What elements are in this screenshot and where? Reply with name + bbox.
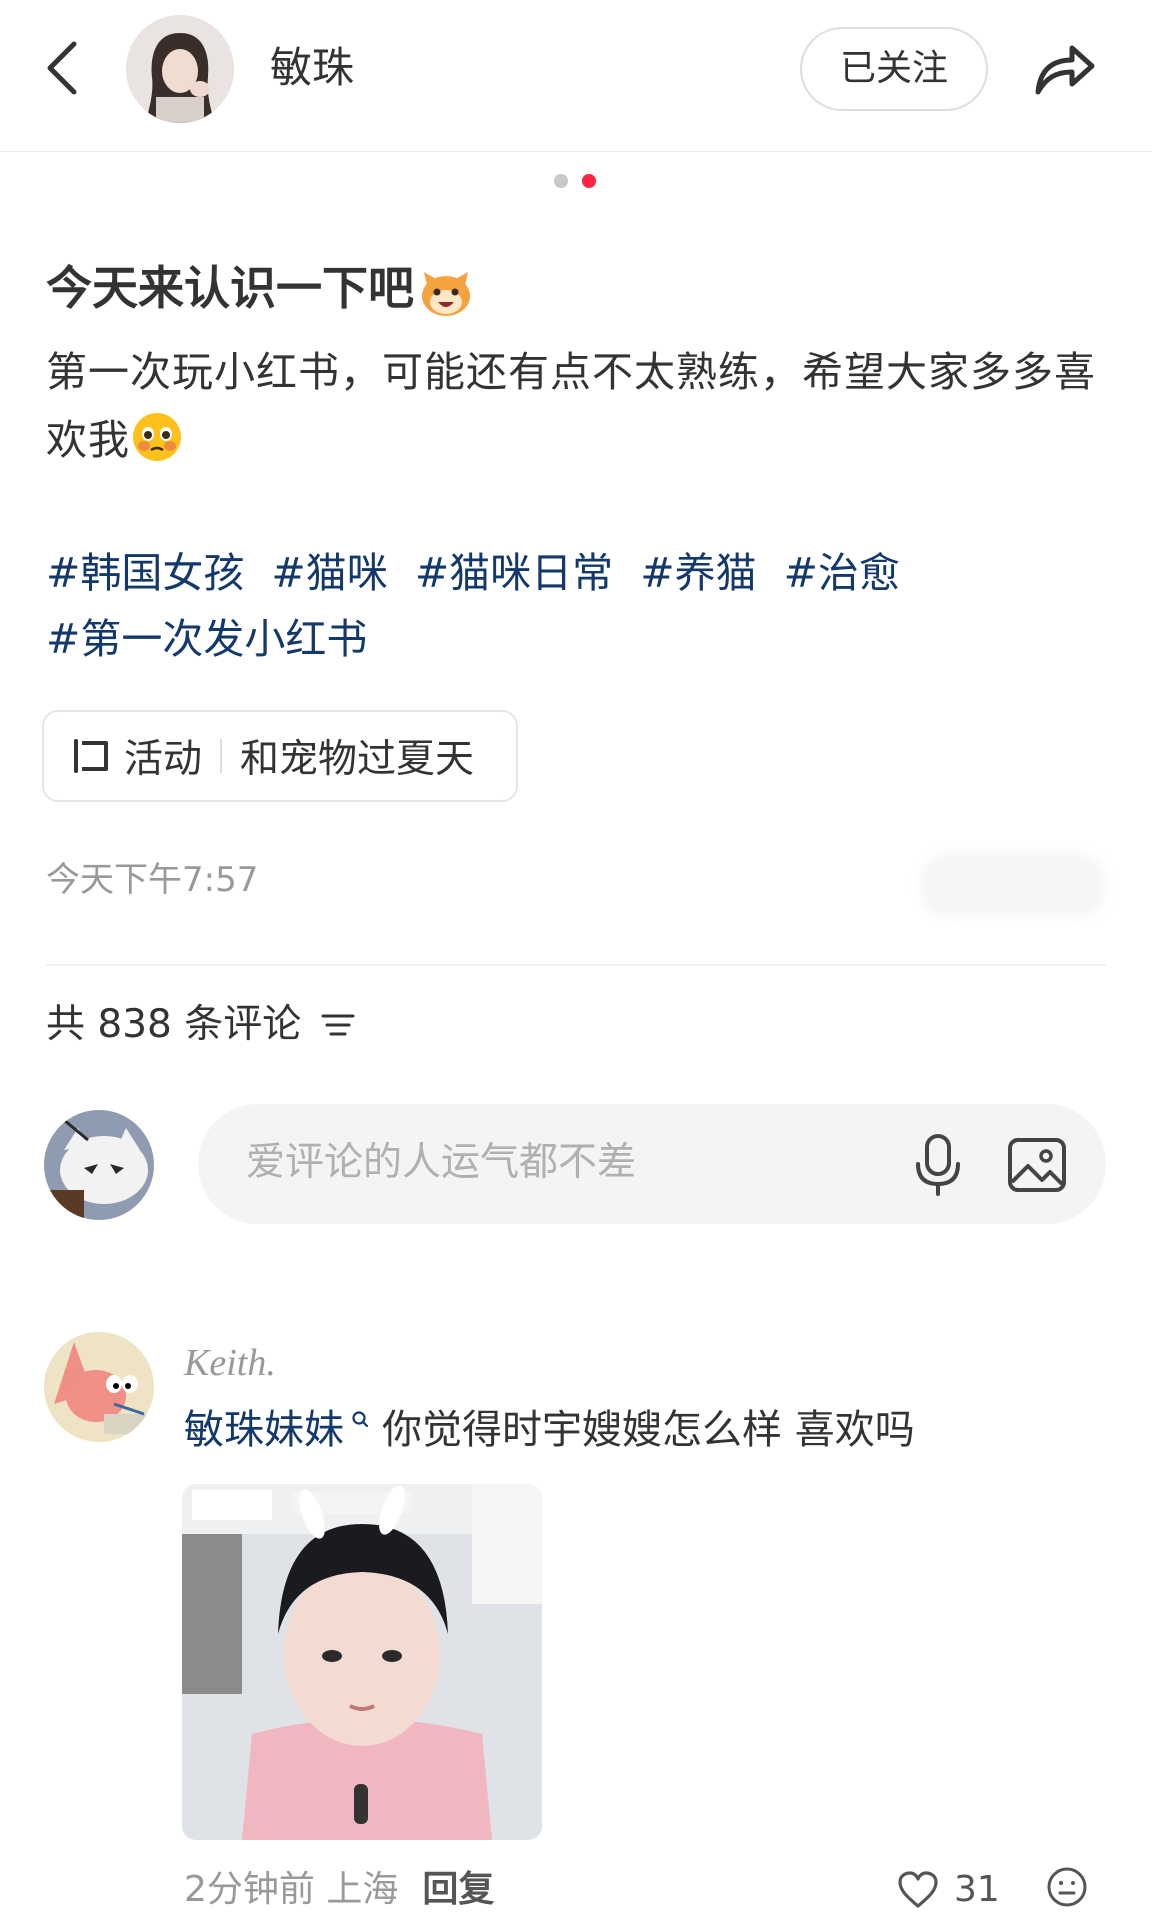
carousel-indicator [554,174,596,188]
cat-emoji-icon [422,271,470,316]
carousel-dot[interactable] [554,174,568,188]
share-icon[interactable] [1026,30,1102,106]
comment-count: 共 838 条评论 [46,998,357,1052]
search-icon [352,1411,369,1428]
hashtag[interactable]: #治愈 [784,549,900,597]
my-avatar[interactable] [44,1110,154,1220]
hashtag[interactable]: #猫咪 [271,549,387,597]
comment-image[interactable] [182,1484,542,1840]
commenter-avatar[interactable] [44,1332,154,1442]
post-body: 第一次玩小红书，可能还有点不太熟练，希望大家多多喜欢我 [46,338,1126,474]
image-icon[interactable] [1006,1134,1068,1196]
post-title-text: 今天来认识一下吧 [46,261,414,315]
hashtag-list: #韩国女孩 #猫咪 #猫咪日常 #养猫 #治愈 #第一次发小红书 [46,540,1106,672]
section-divider [46,964,1106,966]
hashtag[interactable]: #韩国女孩 [46,549,244,597]
carousel-dot-active[interactable] [582,174,596,188]
microphone-icon[interactable] [910,1132,966,1198]
hashtag[interactable]: #养猫 [640,549,756,597]
post-body-text: 第一次玩小红书，可能还有点不太熟练，希望大家多多喜欢我 [46,348,1096,464]
author-name[interactable]: 敏珠 [270,42,354,94]
pleading-emoji-icon [133,413,181,461]
hashtag[interactable]: #猫咪日常 [415,549,613,597]
comment-text: 敏珠妹妹 你觉得时宇嫂嫂怎么样 喜欢吗 [184,1402,915,1458]
hashtag[interactable]: #第一次发小红书 [46,615,367,663]
reply-button[interactable]: 回复 [422,1869,494,1910]
follow-button[interactable]: 已关注 [800,27,988,111]
post-time: 今天下午7:57 [46,860,259,900]
post-title: 今天来认识一下吧 [46,258,474,320]
activity-icon [74,739,108,773]
comment-input-placeholder: 爱评论的人运气都不差 [246,1140,637,1185]
comment-body: 你觉得时宇嫂嫂怎么样 喜欢吗 [382,1407,915,1453]
author-avatar[interactable] [126,15,234,123]
comment-meta: 2分钟前 上海 回复 [184,1864,494,1916]
commenter-name[interactable]: Keith. [184,1340,276,1386]
activity-name: 和宠物过夏天 [240,737,475,782]
comment-mention[interactable]: 敏珠妹妹 [184,1407,344,1453]
activity-chip[interactable]: 活动 和宠物过夏天 [42,710,518,802]
sort-icon[interactable] [319,1006,357,1044]
comment-count-text: 共 838 条评论 [46,1002,302,1047]
top-bar: 敏珠 已关注 [0,0,1152,152]
activity-label: 活动 [124,737,203,782]
heart-icon[interactable] [896,1870,940,1910]
like-count: 31 [954,1869,1000,1910]
blurred-element [920,852,1106,918]
comment-input[interactable]: 爱评论的人运气都不差 [198,1104,1106,1224]
back-icon[interactable] [40,36,88,100]
emoji-icon[interactable] [1046,1866,1088,1908]
comment-time-location: 2分钟前 上海 [184,1869,399,1910]
divider [220,739,223,773]
